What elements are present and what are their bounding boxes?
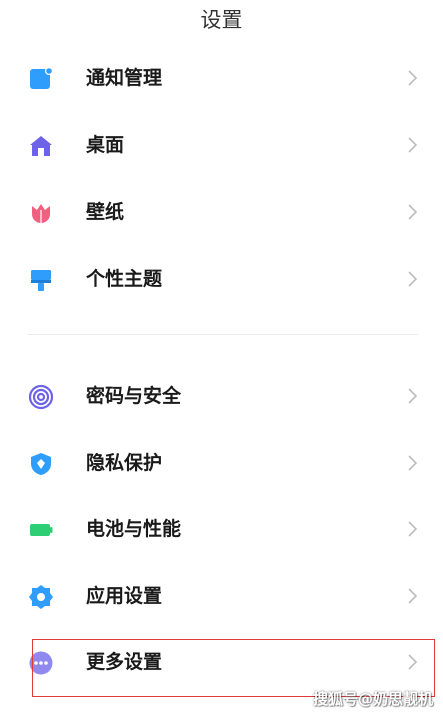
menu-item-battery-performance[interactable]: 电池与性能	[0, 499, 443, 559]
home-icon	[28, 133, 54, 159]
menu-item-label: 个性主题	[86, 268, 163, 290]
chevron-right-icon	[407, 455, 419, 471]
menu-item-label: 通知管理	[86, 67, 163, 89]
menu-item-password-security[interactable]: 密码与安全	[0, 366, 443, 426]
menu-item-label: 电池与性能	[86, 518, 182, 540]
section-divider	[28, 334, 418, 335]
menu-item-wallpaper[interactable]: 壁纸	[0, 182, 443, 242]
menu-item-label: 密码与安全	[86, 385, 182, 407]
battery-icon	[28, 517, 54, 543]
menu-item-label: 应用设置	[86, 585, 163, 607]
watermark: 搜狐号@奶思靓机	[312, 690, 433, 708]
gear-icon	[28, 584, 54, 610]
menu-item-privacy-protection[interactable]: 隐私保护	[0, 433, 443, 493]
chevron-right-icon	[407, 521, 419, 537]
menu-item-app-settings[interactable]: 应用设置	[0, 566, 443, 626]
chevron-right-icon	[407, 70, 419, 86]
menu-item-notification-management[interactable]: 通知管理	[0, 48, 443, 108]
menu-item-label: 桌面	[86, 134, 125, 156]
shield-icon	[28, 451, 54, 477]
notification-icon	[28, 66, 54, 92]
chevron-right-icon	[407, 204, 419, 220]
fingerprint-icon	[28, 384, 54, 410]
menu-item-label: 隐私保护	[86, 452, 163, 474]
tulip-icon	[28, 200, 54, 226]
chevron-right-icon	[407, 137, 419, 153]
chevron-right-icon	[407, 388, 419, 404]
menu-item-desktop[interactable]: 桌面	[0, 115, 443, 175]
paint-brush-icon	[28, 267, 54, 293]
menu-item-label: 壁纸	[86, 201, 125, 223]
menu-item-personal-theme[interactable]: 个性主题	[0, 249, 443, 309]
chevron-right-icon	[407, 588, 419, 604]
page-title: 设置	[200, 8, 243, 32]
chevron-right-icon	[407, 271, 419, 287]
